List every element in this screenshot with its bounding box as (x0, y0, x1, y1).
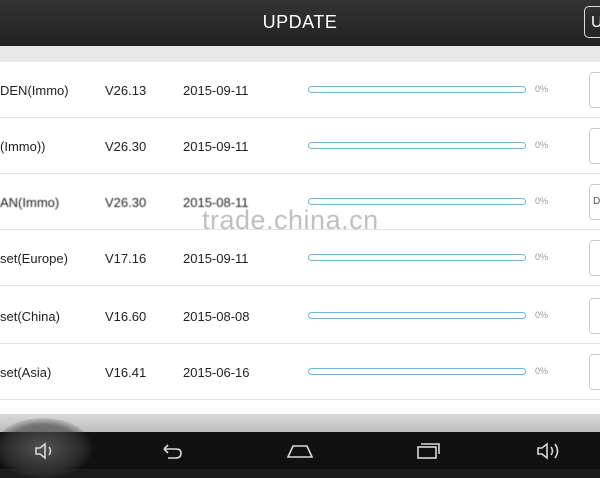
list-item[interactable]: set(Europe) V17.16 2015-09-11 0% (0, 230, 600, 286)
progress-bar (308, 254, 526, 261)
home-icon[interactable] (280, 438, 320, 464)
progress-bar (308, 198, 526, 205)
row-update-button[interactable] (589, 240, 600, 276)
row-update-button[interactable] (589, 298, 600, 334)
row-update-button[interactable]: D (589, 184, 600, 220)
list-bottom-shade (0, 414, 600, 432)
item-version: V17.16 (105, 251, 147, 266)
list-item[interactable]: set(Asia) V16.41 2015-06-16 0% (0, 344, 600, 400)
item-name: set(Europe) (0, 251, 68, 266)
item-name: (Immo)) (0, 139, 46, 154)
progress-bar (308, 312, 526, 319)
top-right-button[interactable]: U (584, 6, 600, 38)
progress-bar (308, 142, 526, 149)
item-version: V26.30 (105, 195, 147, 210)
item-version: V26.13 (105, 83, 147, 98)
update-list: DEN(Immo) V26.13 2015-09-11 0% (Immo)) V… (0, 62, 600, 414)
list-item[interactable]: DEN(Immo) V26.13 2015-09-11 0% (0, 62, 600, 118)
item-version: V26.30 (105, 139, 147, 154)
progress-bar (308, 86, 526, 93)
item-name: AN(Immo) (0, 195, 60, 210)
row-update-button[interactable] (589, 128, 600, 164)
list-top-gap (0, 46, 600, 62)
progress-percent: 0% (535, 310, 549, 320)
item-date: 2015-08-11 (183, 195, 249, 210)
list-item[interactable]: AN(Immo) V26.30 2015-08-11 0% D (0, 174, 600, 230)
back-icon[interactable] (152, 438, 192, 464)
item-version: V16.41 (105, 365, 147, 380)
recent-apps-icon[interactable] (408, 438, 448, 464)
page-title: UPDATE (262, 12, 338, 32)
progress-bar (308, 368, 526, 375)
volume-down-icon[interactable] (28, 438, 68, 464)
progress-percent: 0% (535, 366, 549, 376)
list-item[interactable]: set(China) V16.60 2015-08-08 0% (0, 288, 600, 344)
progress-percent: 0% (535, 196, 549, 206)
top-bar: UPDATE U (0, 0, 600, 46)
row-update-button[interactable] (589, 354, 600, 390)
volume-up-icon[interactable] (532, 438, 572, 464)
row-update-button[interactable] (589, 72, 600, 108)
progress-percent: 0% (535, 84, 549, 94)
item-date: 2015-09-11 (183, 83, 249, 98)
progress-percent: 0% (535, 252, 549, 262)
list-item[interactable]: (Immo)) V26.30 2015-09-11 0% (0, 118, 600, 174)
item-name: DEN(Immo) (0, 83, 69, 98)
progress-percent: 0% (535, 140, 549, 150)
item-date: 2015-09-11 (183, 251, 249, 266)
item-name: set(Asia) (0, 365, 52, 380)
item-name: set(China) (0, 309, 60, 324)
item-date: 2015-09-11 (183, 139, 249, 154)
navigation-bar (0, 418, 600, 478)
item-date: 2015-06-16 (183, 365, 250, 380)
item-version: V16.60 (105, 309, 147, 324)
item-date: 2015-08-08 (183, 309, 250, 324)
